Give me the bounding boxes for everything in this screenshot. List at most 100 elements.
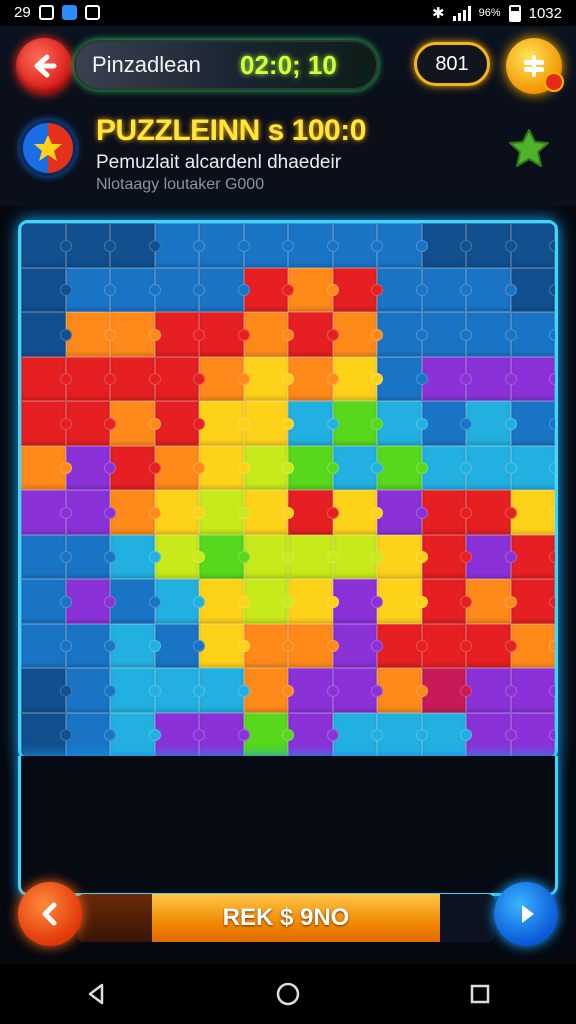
puzzle-piece[interactable]: [510, 356, 555, 401]
puzzle-piece[interactable]: [243, 623, 294, 668]
puzzle-piece[interactable]: [421, 223, 472, 268]
puzzle-piece[interactable]: [110, 312, 160, 357]
puzzle-piece[interactable]: [110, 579, 160, 624]
puzzle-piece[interactable]: [377, 401, 427, 446]
star-icon[interactable]: [506, 126, 552, 172]
puzzle-piece[interactable]: [65, 312, 116, 357]
puzzle-piece[interactable]: [154, 490, 205, 535]
puzzle-piece[interactable]: [332, 445, 383, 490]
puzzle-piece[interactable]: [421, 534, 472, 579]
puzzle-piece[interactable]: [377, 445, 427, 490]
puzzle-piece[interactable]: [377, 312, 427, 357]
puzzle-piece[interactable]: [288, 668, 338, 713]
puzzle-piece[interactable]: [466, 668, 516, 713]
puzzle-piece[interactable]: [243, 267, 294, 312]
puzzle-piece[interactable]: [110, 534, 160, 579]
puzzle-piece[interactable]: [332, 401, 383, 446]
puzzle-piece[interactable]: [332, 712, 383, 757]
puzzle-piece[interactable]: [21, 267, 71, 312]
puzzle-piece[interactable]: [65, 401, 116, 446]
puzzle-piece[interactable]: [421, 401, 472, 446]
puzzle-piece[interactable]: [110, 490, 160, 535]
puzzle-piece[interactable]: [288, 401, 338, 446]
puzzle-piece[interactable]: [243, 223, 294, 268]
puzzle-piece[interactable]: [65, 712, 116, 757]
puzzle-piece[interactable]: [199, 712, 249, 757]
puzzle-piece[interactable]: [154, 579, 205, 624]
puzzle-piece[interactable]: [510, 445, 555, 490]
puzzle-piece[interactable]: [243, 579, 294, 624]
puzzle-piece[interactable]: [421, 312, 472, 357]
puzzle-piece[interactable]: [154, 223, 205, 268]
puzzle-piece[interactable]: [466, 312, 516, 357]
nav-back-button[interactable]: [66, 974, 126, 1014]
puzzle-piece[interactable]: [154, 623, 205, 668]
puzzle-piece[interactable]: [421, 712, 472, 757]
puzzle-piece[interactable]: [65, 223, 116, 268]
prev-button[interactable]: [18, 882, 82, 946]
puzzle-piece[interactable]: [510, 223, 555, 268]
puzzle-piece[interactable]: [421, 445, 472, 490]
puzzle-piece[interactable]: [332, 490, 383, 535]
puzzle-piece[interactable]: [466, 712, 516, 757]
puzzle-piece[interactable]: [154, 312, 205, 357]
puzzle-piece[interactable]: [510, 401, 555, 446]
puzzle-piece[interactable]: [332, 579, 383, 624]
puzzle-piece[interactable]: [154, 356, 205, 401]
puzzle-piece[interactable]: [288, 356, 338, 401]
puzzle-piece[interactable]: [288, 223, 338, 268]
puzzle-piece[interactable]: [466, 534, 516, 579]
puzzle-piece[interactable]: [110, 223, 160, 268]
puzzle-piece[interactable]: [110, 623, 160, 668]
puzzle-piece[interactable]: [466, 579, 516, 624]
puzzle-piece[interactable]: [243, 312, 294, 357]
puzzle-piece[interactable]: [154, 267, 205, 312]
piece-tray[interactable]: [18, 756, 558, 896]
puzzle-piece[interactable]: [510, 579, 555, 624]
puzzle-piece[interactable]: [110, 356, 160, 401]
nav-recents-button[interactable]: [450, 974, 510, 1014]
puzzle-piece[interactable]: [199, 623, 249, 668]
puzzle-piece[interactable]: [154, 668, 205, 713]
puzzle-piece[interactable]: [466, 401, 516, 446]
puzzle-piece[interactable]: [21, 312, 71, 357]
puzzle-piece[interactable]: [65, 668, 116, 713]
puzzle-piece[interactable]: [377, 668, 427, 713]
puzzle-piece[interactable]: [243, 490, 294, 535]
puzzle-piece[interactable]: [288, 534, 338, 579]
puzzle-piece[interactable]: [377, 534, 427, 579]
puzzle-piece[interactable]: [110, 668, 160, 713]
puzzle-piece[interactable]: [332, 312, 383, 357]
puzzle-piece[interactable]: [21, 534, 71, 579]
puzzle-piece[interactable]: [288, 623, 338, 668]
puzzle-piece[interactable]: [288, 579, 338, 624]
puzzle-piece[interactable]: [332, 223, 383, 268]
puzzle-piece[interactable]: [21, 623, 71, 668]
puzzle-piece[interactable]: [199, 445, 249, 490]
puzzle-piece[interactable]: [377, 490, 427, 535]
puzzle-piece[interactable]: [377, 267, 427, 312]
puzzle-piece[interactable]: [199, 312, 249, 357]
puzzle-piece[interactable]: [421, 623, 472, 668]
puzzle-piece[interactable]: [199, 356, 249, 401]
puzzle-piece[interactable]: [199, 534, 249, 579]
puzzle-piece[interactable]: [21, 401, 71, 446]
coin-button[interactable]: [506, 38, 564, 94]
puzzle-piece[interactable]: [243, 401, 294, 446]
puzzle-piece[interactable]: [421, 267, 472, 312]
puzzle-piece[interactable]: [199, 668, 249, 713]
puzzle-piece[interactable]: [332, 668, 383, 713]
puzzle-piece[interactable]: [510, 267, 555, 312]
puzzle-piece[interactable]: [65, 534, 116, 579]
puzzle-piece[interactable]: [377, 623, 427, 668]
puzzle-piece[interactable]: [243, 712, 294, 757]
puzzle-piece[interactable]: [466, 267, 516, 312]
puzzle-piece[interactable]: [466, 223, 516, 268]
puzzle-piece[interactable]: [110, 401, 160, 446]
puzzle-piece[interactable]: [243, 356, 294, 401]
puzzle-piece[interactable]: [332, 267, 383, 312]
puzzle-piece[interactable]: [65, 490, 116, 535]
puzzle-piece[interactable]: [199, 579, 249, 624]
puzzle-piece[interactable]: [154, 534, 205, 579]
puzzle-piece[interactable]: [21, 668, 71, 713]
